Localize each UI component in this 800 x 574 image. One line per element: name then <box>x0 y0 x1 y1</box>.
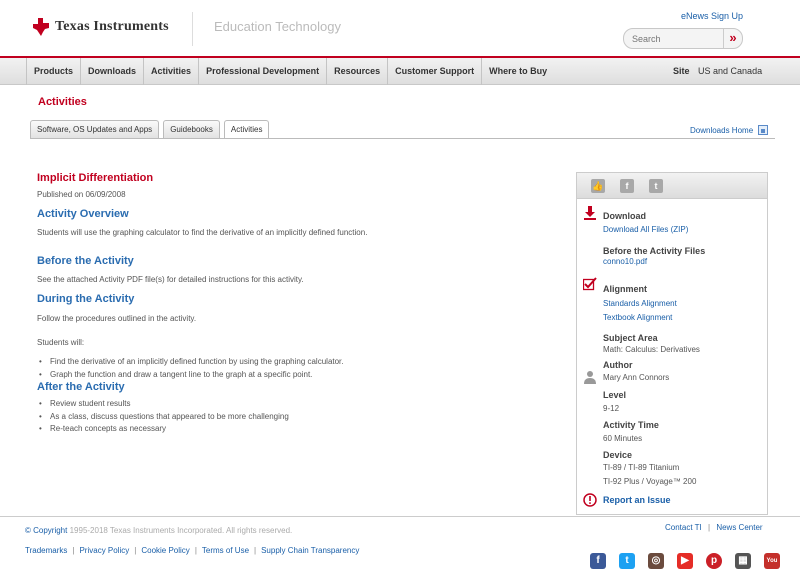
textbook-alignment-link[interactable]: Textbook Alignment <box>603 313 672 322</box>
tab-guidebooks[interactable]: Guidebooks <box>163 120 220 138</box>
instagram-icon[interactable]: ◎ <box>648 553 664 569</box>
site-selector[interactable]: Site US and Canada <box>673 58 762 85</box>
nav-customer-support[interactable]: Customer Support <box>388 58 483 85</box>
trademarks-link[interactable]: Trademarks <box>25 546 67 555</box>
after-bullets: Review student results As a class, discu… <box>37 398 289 436</box>
supply-chain-link[interactable]: Supply Chain Transparency <box>261 546 359 555</box>
author-value: Mary Ann Connors <box>603 373 670 382</box>
activity-time-label: Activity Time <box>603 420 659 430</box>
downloads-home-label: Downloads Home <box>690 125 754 135</box>
before-files-label: Before the Activity Files <box>603 246 706 256</box>
pinterest-icon[interactable]: p <box>706 553 722 569</box>
subject-value: Math: Calculus: Derivatives <box>603 345 700 354</box>
device-value-1: TI-89 / TI-89 Titanium <box>603 463 680 472</box>
nav-resources[interactable]: Resources <box>327 58 389 85</box>
subject-label: Subject Area <box>603 333 658 343</box>
search-button[interactable]: » <box>723 29 742 48</box>
list-item: Re-teach concepts as necessary <box>37 423 289 436</box>
before-text: See the attached Activity PDF file(s) fo… <box>37 275 304 284</box>
footer-divider <box>0 516 800 517</box>
thumbs-up-icon[interactable]: 👍 <box>591 179 605 193</box>
activity-title: Implicit Differentiation <box>37 172 154 184</box>
site-header: Texas Instruments Education Technology e… <box>0 0 800 56</box>
list-item: Graph the function and draw a tangent li… <box>37 369 344 382</box>
section-title: Education Technology <box>214 19 341 34</box>
students-will-label: Students will: <box>37 338 85 347</box>
facebook-icon[interactable]: f <box>620 179 634 193</box>
during-text: Follow the procedures outlined in the ac… <box>37 314 197 323</box>
during-heading: During the Activity <box>37 293 135 305</box>
twitter-icon[interactable]: t <box>649 179 663 193</box>
search-input[interactable] <box>624 29 724 48</box>
page-title: Activities <box>38 96 87 108</box>
overview-heading: Activity Overview <box>37 208 129 220</box>
contact-ti-link[interactable]: Contact TI <box>665 523 702 532</box>
header-divider <box>192 12 193 46</box>
tab-activities[interactable]: Activities <box>223 120 270 139</box>
standards-alignment-link[interactable]: Standards Alignment <box>603 299 677 308</box>
level-value: 9-12 <box>603 404 620 413</box>
report-issue-link[interactable]: Report an Issue <box>603 495 671 505</box>
footer-right-links: Contact TI | News Center <box>665 523 763 532</box>
activity-time-value: 60 Minutes <box>603 434 643 443</box>
nav-downloads[interactable]: Downloads <box>81 58 145 85</box>
published-date: Published on 06/09/2008 <box>37 190 126 199</box>
facebook-icon[interactable]: f <box>590 553 606 569</box>
youtube-edu-icon[interactable]: You <box>764 553 780 569</box>
before-file-link[interactable]: conno10.pdf <box>603 257 647 266</box>
before-heading: Before the Activity <box>37 255 134 267</box>
copyright-text: 1995-2018 Texas Instruments Incorporated… <box>69 526 293 535</box>
copyright-link[interactable]: © Copyright <box>25 526 67 535</box>
list-item: Find the derivative of an implicitly def… <box>37 356 344 369</box>
share-bar: 👍 f t <box>577 173 767 199</box>
nav-activities[interactable]: Activities <box>144 58 200 85</box>
privacy-policy-link[interactable]: Privacy Policy <box>79 546 129 555</box>
nav-where-to-buy[interactable]: Where to Buy <box>482 58 554 85</box>
author-icon <box>584 371 596 384</box>
texas-state-logo-icon <box>33 18 49 36</box>
activity-sidebar: 👍 f t Download Download All Files (ZIP) … <box>576 172 768 515</box>
after-heading: After the Activity <box>37 381 125 393</box>
footer-legal-links: Trademarks | Privacy Policy | Cookie Polic… <box>25 546 360 555</box>
overview-text: Students will use the graphing calculato… <box>37 228 368 237</box>
site-value: US and Canada <box>698 66 763 76</box>
download-tabs: Software, OS Updates and Apps Guidebooks… <box>30 120 270 139</box>
social-links: f t ◎ ▶ p ▦ You <box>590 553 780 569</box>
cookie-policy-link[interactable]: Cookie Policy <box>141 546 189 555</box>
nav-professional-development[interactable]: Professional Development <box>199 58 328 85</box>
author-label: Author <box>603 360 633 370</box>
tab-software[interactable]: Software, OS Updates and Apps <box>30 120 160 138</box>
home-icon <box>758 125 769 135</box>
download-label: Download <box>603 211 646 221</box>
list-item: As a class, discuss questions that appea… <box>37 411 289 424</box>
download-icon <box>584 206 596 220</box>
device-value-2: TI-92 Plus / Voyage™ 200 <box>603 477 697 486</box>
terms-of-use-link[interactable]: Terms of Use <box>202 546 249 555</box>
level-label: Level <box>603 390 627 400</box>
site-label: Site <box>673 66 690 76</box>
device-label: Device <box>603 450 633 460</box>
alignment-label: Alignment <box>603 284 647 294</box>
nav-products[interactable]: Products <box>26 58 82 85</box>
search-box: » <box>623 28 743 49</box>
ti-logo[interactable]: Texas Instruments <box>33 18 169 36</box>
tab-underline <box>30 138 775 139</box>
youtube-icon[interactable]: ▶ <box>677 553 693 569</box>
logo-text: Texas Instruments <box>55 19 169 34</box>
alert-icon <box>583 493 597 507</box>
download-all-link[interactable]: Download All Files (ZIP) <box>603 225 688 234</box>
main-nav: Products Downloads Activities Profession… <box>0 58 800 85</box>
news-center-link[interactable]: News Center <box>716 523 762 532</box>
copyright: © Copyright 1995-2018 Texas Instruments … <box>25 526 292 535</box>
checkbox-check-icon <box>583 277 597 291</box>
blog-icon[interactable]: ▦ <box>735 553 751 569</box>
enews-signup-link[interactable]: eNews Sign Up <box>681 11 743 21</box>
downloads-home-link[interactable]: Downloads Home <box>690 125 769 135</box>
list-item: Review student results <box>37 398 289 411</box>
during-bullets: Find the derivative of an implicitly def… <box>37 356 344 381</box>
twitter-icon[interactable]: t <box>619 553 635 569</box>
